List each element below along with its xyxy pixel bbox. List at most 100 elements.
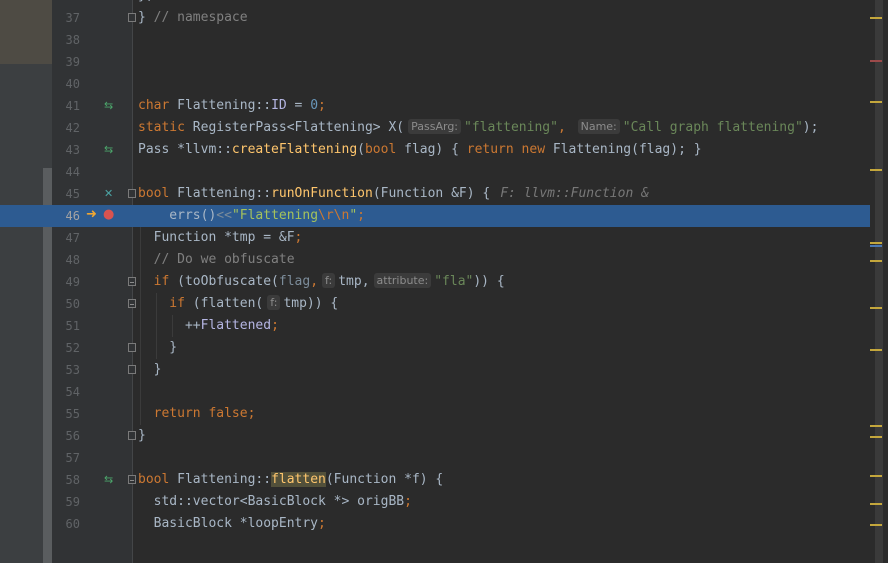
error-mark[interactable] [870,60,882,62]
code-line[interactable]: 44 [0,161,870,183]
line-number: 43 [65,143,80,157]
fold-marker-icon[interactable] [128,475,136,484]
highlighted-usage: flatten [271,472,326,487]
warning-mark[interactable] [870,425,882,427]
line-number: 37 [65,11,80,25]
line-number: 53 [65,363,80,377]
code-text: if (flatten(f: tmp)) { [138,295,339,311]
warning-mark[interactable] [870,503,882,505]
breakpoint-icon[interactable]: ● [103,208,114,222]
code-line[interactable]: 51 ++Flattened; [0,315,870,337]
code-text: BasicBlock *loopEntry; [138,516,326,531]
warning-mark[interactable] [870,475,882,477]
code-text: } [138,362,162,377]
code-text: return false; [138,406,256,421]
warning-mark[interactable] [870,242,882,244]
line-number: 44 [65,165,80,179]
code-line[interactable]: 54 [0,381,870,403]
line-number: 60 [65,517,80,531]
code-line[interactable]: 53 } [0,359,870,381]
caret-mark [870,245,882,247]
code-line[interactable]: 56 } [0,425,870,447]
override-arrow-icon[interactable]: ↑ [104,0,113,3]
override-icon[interactable]: ⇆ [104,99,113,113]
warning-mark[interactable] [870,169,882,171]
code-text: } [138,340,178,355]
code-text: errs()<<"Flattening\r\n"; [138,208,365,223]
line-number: 38 [65,33,80,47]
line-number: 58 [65,473,80,487]
warning-mark[interactable] [870,524,882,526]
code-line[interactable]: 40 [0,73,870,95]
line-number: 36 [52,0,80,7]
code-line[interactable]: 60 BasicBlock *loopEntry; [0,513,870,535]
warning-mark[interactable] [870,260,882,262]
code-text: std::vector<BasicBlock *> origBB; [138,494,412,509]
line-number: 52 [65,341,80,355]
implements-icon[interactable]: ✕ [104,187,113,201]
error-stripe[interactable] [870,0,888,563]
fold-marker-icon[interactable] [128,431,136,440]
indent-guide [172,315,173,337]
line-number: 56 [65,429,80,443]
code-text: }; [138,0,154,7]
code-line[interactable]: 59 std::vector<BasicBlock *> origBB; [0,491,870,513]
warning-mark[interactable] [870,349,882,351]
override-icon[interactable]: ⇆ [104,473,113,487]
fold-marker-icon[interactable] [128,299,136,308]
indent-guide [156,293,157,359]
param-hint: Name: [577,119,620,134]
line-number: 50 [65,297,80,311]
code-line[interactable]: 38 [0,29,870,51]
warning-mark[interactable] [870,436,882,438]
fold-marker-icon[interactable] [128,13,136,22]
code-line[interactable]: 57 [0,447,870,469]
code-text: if (toObfuscate(flag, f: tmp, attribute: "fl… [138,273,505,289]
code-text: } [138,428,146,443]
param-hint: PassArg: [408,119,462,134]
indent-guide [140,227,141,425]
warning-mark[interactable] [870,101,882,103]
code-editor[interactable]: 36 ↑ }; 37 } // namespace 38 39 40 41 ⇆ … [0,0,870,563]
warning-mark[interactable] [870,17,882,19]
line-number: 45 [65,187,80,201]
code-line[interactable]: 48 // Do we obfuscate [0,249,870,271]
fold-marker-icon[interactable] [128,277,136,286]
code-line[interactable]: 50 if (flatten(f: tmp)) { [0,293,870,315]
code-line[interactable]: 49 if (toObfuscate(flag, f: tmp, attribute:… [0,271,870,293]
current-execution-line[interactable]: 46 ➜ ● errs()<<"Flattening\r\n"; [0,205,870,227]
param-hint: f: [322,273,336,288]
fold-marker-icon[interactable] [128,365,136,374]
line-number: 46 [65,209,80,223]
code-line[interactable]: 42 static RegisterPass<Flattening> X(Pas… [0,117,870,139]
code-line[interactable]: 43 ⇆ Pass *llvm::createFlattening(bool f… [0,139,870,161]
override-icon[interactable]: ⇆ [104,143,113,157]
code-line[interactable]: 45 ✕ bool Flattening::runOnFunction(Func… [0,183,870,205]
line-number: 59 [65,495,80,509]
line-number: 57 [65,451,80,465]
code-line[interactable]: 47 Function *tmp = &F; [0,227,870,249]
code-text: Pass *llvm::createFlattening(bool flag) … [138,142,702,157]
scrollbar-track[interactable] [875,0,883,563]
type-inlay-hint: F: llvm::Function & [500,186,649,201]
line-number: 42 [65,121,80,135]
code-line[interactable]: 55 return false; [0,403,870,425]
code-line[interactable]: 37 } // namespace [0,7,870,29]
line-number: 41 [65,99,80,113]
code-line[interactable]: 58 ⇆ bool Flattening::flatten(Function *… [0,469,870,491]
code-text: char Flattening::ID = 0; [138,98,326,113]
fold-marker-icon[interactable] [128,343,136,352]
line-number: 39 [65,55,80,69]
warning-mark[interactable] [870,307,882,309]
line-number: 47 [65,231,80,245]
code-line[interactable]: 52 } [0,337,870,359]
param-hint: f: [267,295,281,310]
code-text: bool Flattening::runOnFunction(Function … [138,186,649,201]
fold-marker-icon[interactable] [128,189,136,198]
line-number: 40 [65,77,80,91]
ide-editor-window: 36 ↑ }; 37 } // namespace 38 39 40 41 ⇆ … [0,0,888,563]
code-line[interactable]: 41 ⇆ char Flattening::ID = 0; [0,95,870,117]
code-text: static RegisterPass<Flattening> X(PassAr… [138,119,819,135]
code-line[interactable]: 36 ↑ }; [0,0,870,7]
code-line[interactable]: 39 [0,51,870,73]
